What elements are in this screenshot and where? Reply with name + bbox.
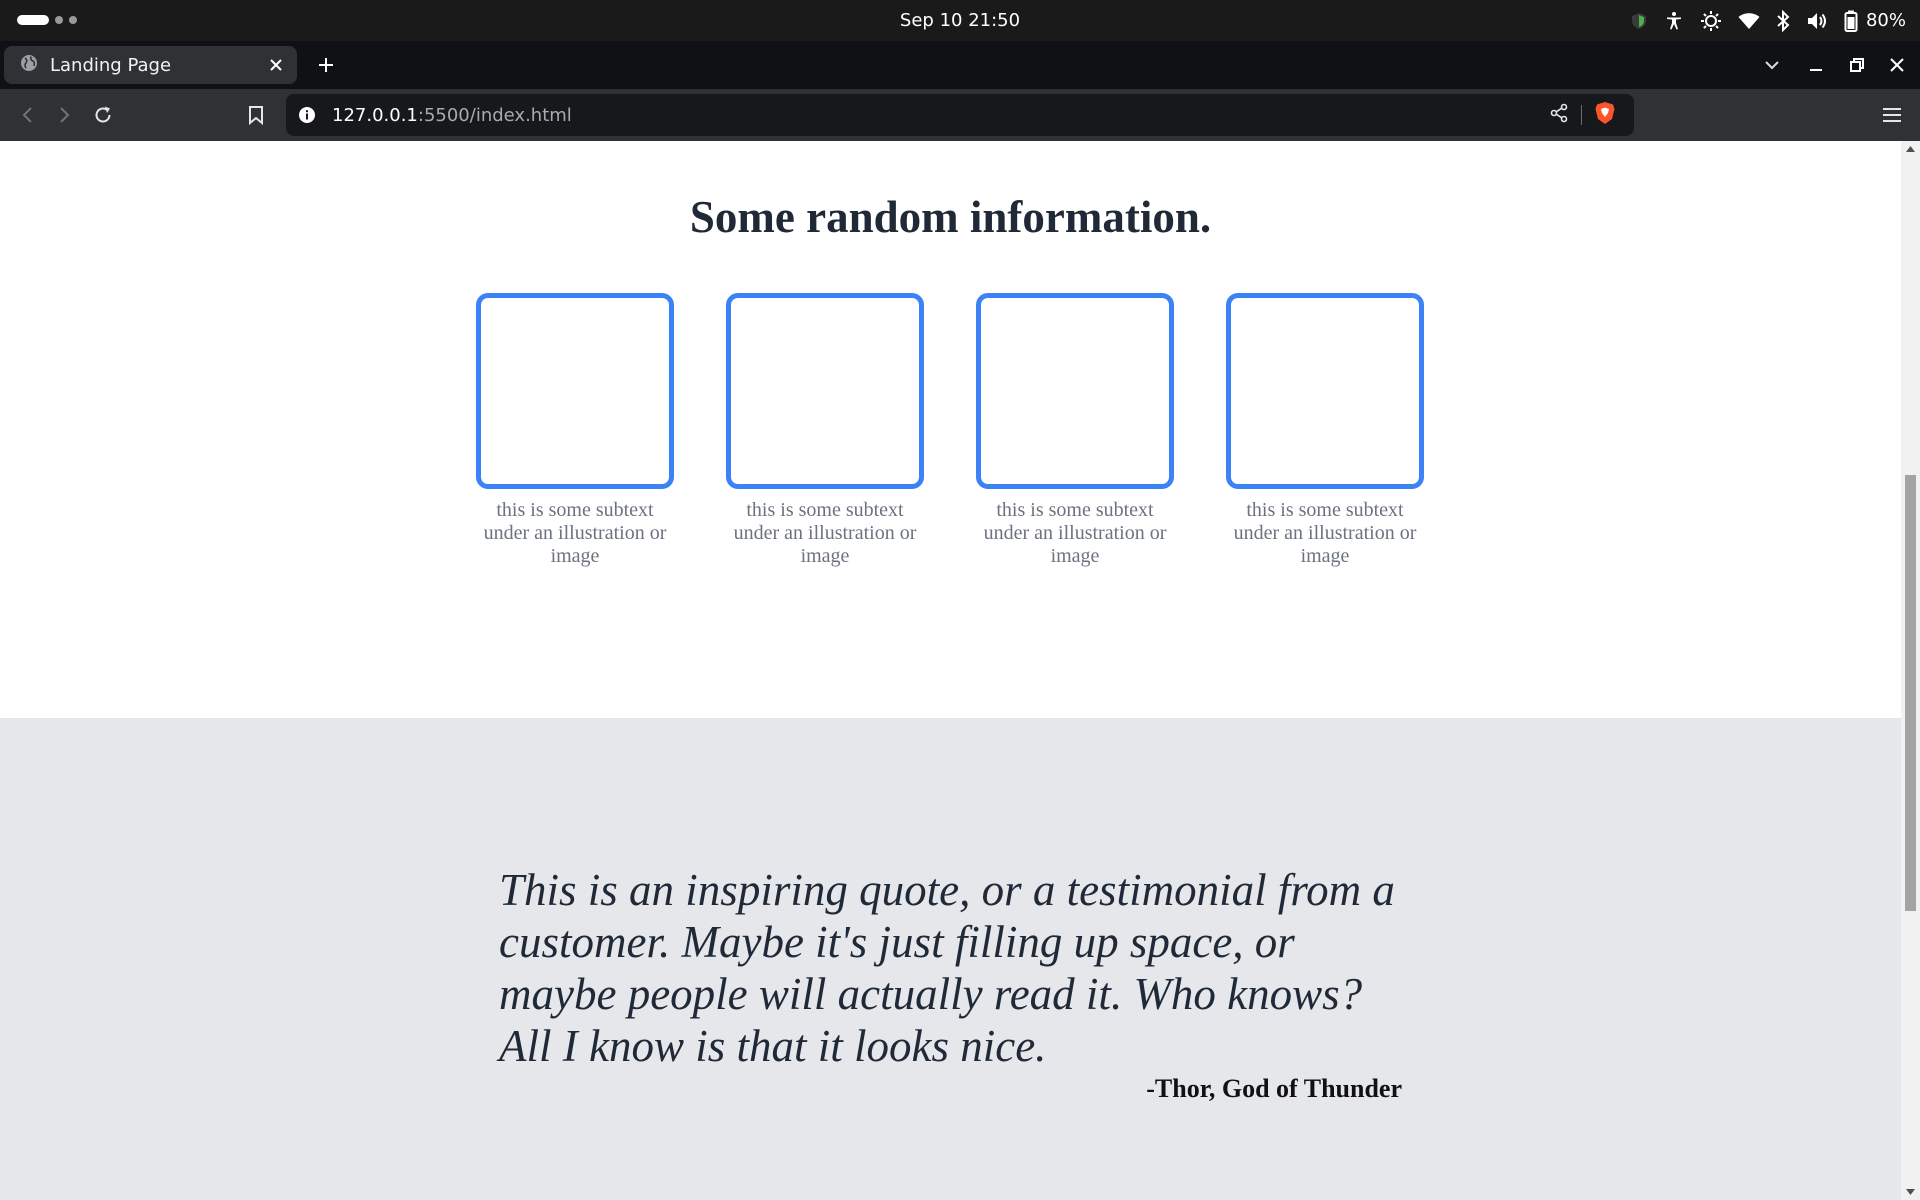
scroll-up-arrow-icon[interactable] [1901, 141, 1920, 157]
accessibility-icon[interactable] [1664, 11, 1684, 31]
scrollbar-thumb[interactable] [1905, 475, 1916, 911]
info-card: this is some subtext under an illustrati… [976, 293, 1174, 568]
battery-percent: 80% [1865, 10, 1906, 31]
browser-tab-strip: Landing Page [0, 41, 1920, 89]
card-caption: this is some subtext under an illustrati… [483, 499, 667, 567]
system-top-bar: Sep 10 21:50 80% [0, 0, 1920, 41]
page-viewport: Some random information. this is some su… [0, 141, 1901, 1200]
illustration-placeholder [976, 293, 1174, 489]
info-heading: Some random information. [689, 192, 1212, 242]
close-tab-icon[interactable] [261, 50, 291, 80]
minimize-window-button[interactable] [1801, 50, 1831, 80]
shield-icon[interactable] [1630, 12, 1648, 30]
reload-button[interactable] [88, 100, 118, 130]
address-bar[interactable]: 127.0.0.1:5500/index.html [286, 94, 1634, 136]
quote-author: -Thor, God of Thunder [1146, 1074, 1402, 1103]
divider [1581, 105, 1582, 125]
forward-button[interactable] [50, 100, 80, 130]
volume-icon[interactable] [1806, 11, 1828, 31]
info-card: this is some subtext under an illustrati… [1226, 293, 1424, 568]
page-scrollbar[interactable] [1901, 141, 1920, 1200]
illustration-placeholder [1226, 293, 1424, 489]
main-menu-icon[interactable] [1877, 100, 1907, 130]
tab-landing-page[interactable]: Landing Page [4, 46, 297, 84]
quote-section: This is an inspiring quote, or a testimo… [0, 718, 1901, 1200]
system-tray[interactable]: 80% [1630, 0, 1906, 41]
info-card: this is some subtext under an illustrati… [476, 293, 674, 568]
info-card: this is some subtext under an illustrati… [726, 293, 924, 568]
wifi-icon[interactable] [1738, 12, 1760, 30]
scroll-down-arrow-icon[interactable] [1901, 1184, 1920, 1200]
tab-title: Landing Page [50, 54, 172, 76]
illustration-placeholder [726, 293, 924, 489]
brightness-icon[interactable] [1700, 10, 1722, 32]
tab-list-dropdown-icon[interactable] [1757, 50, 1787, 80]
quote-text: This is an inspiring quote, or a testimo… [499, 865, 1395, 1071]
info-section: Some random information. this is some su… [0, 141, 1901, 718]
close-window-button[interactable] [1882, 50, 1912, 80]
bluetooth-icon[interactable] [1776, 9, 1790, 32]
globe-icon [20, 54, 38, 77]
card-caption: this is some subtext under an illustrati… [983, 499, 1167, 567]
restore-window-button[interactable] [1842, 50, 1872, 80]
back-button[interactable] [12, 100, 42, 130]
new-tab-button[interactable] [311, 50, 341, 80]
browser-toolbar: 127.0.0.1:5500/index.html [0, 89, 1920, 141]
share-icon[interactable] [1549, 103, 1569, 128]
battery-icon[interactable] [1844, 10, 1858, 32]
card-caption: this is some subtext under an illustrati… [733, 499, 917, 567]
brave-shields-icon[interactable] [1594, 101, 1616, 130]
bookmark-icon[interactable] [241, 100, 271, 130]
url-host: 127.0.0.1 [332, 104, 418, 126]
info-cards: this is some subtext under an illustrati… [476, 293, 1426, 573]
site-info-icon[interactable] [296, 104, 318, 126]
illustration-placeholder [476, 293, 674, 489]
url-path: :5500/index.html [417, 104, 572, 126]
card-caption: this is some subtext under an illustrati… [1233, 499, 1417, 567]
